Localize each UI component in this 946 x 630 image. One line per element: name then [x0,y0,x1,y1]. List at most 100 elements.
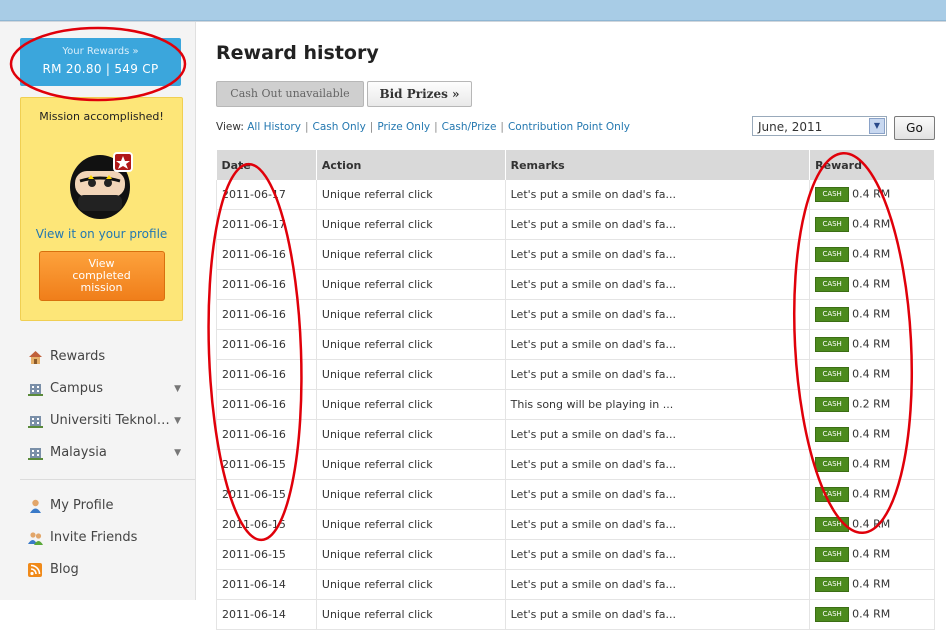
cell-action: Unique referral click [316,449,506,480]
filter-all-history[interactable]: All History [247,121,301,133]
cell-reward: CASH 0.2 RM [809,389,935,420]
table-row: 2011-06-16 Unique referral click Let's put… [216,269,935,300]
table-row: 2011-06-15 Unique referral click Let's put… [216,509,935,540]
table-row: 2011-06-15 Unique referral click Let's put… [216,449,935,480]
column-header-remarks: Remarks [505,150,811,180]
table-body: 2011-06-17 Unique referral click Let's put… [216,180,935,630]
sidebar-divider [20,479,195,480]
cell-date: 2011-06-16 [216,419,317,450]
sidebar-item-blog[interactable]: Blog [20,554,195,586]
table-header-row: Date Action Remarks Reward [216,150,935,180]
go-button[interactable]: Go [894,116,935,140]
your-rewards-label[interactable]: Your Rewards » [20,46,181,57]
table-row: 2011-06-16 Unique referral click This song… [216,389,935,420]
cell-date: 2011-06-16 [216,239,317,270]
cell-date: 2011-06-16 [216,299,317,330]
table-row: 2011-06-16 Unique referral click Let's put… [216,359,935,390]
sidebar-item-invite-friends[interactable]: Invite Friends [20,522,195,554]
reward-amount: 0.4 RM [852,367,891,381]
month-select-value: June, 2011 [758,120,823,134]
cell-date: 2011-06-17 [216,209,317,240]
sidebar-item-universiti[interactable]: Universiti Teknol… ▼ [20,405,195,437]
filter-separator: | [369,121,374,133]
cell-date: 2011-06-15 [216,479,317,510]
sidebar-item-label: Invite Friends [50,530,138,545]
filter-contribution-point-only[interactable]: Contribution Point Only [508,121,630,133]
cell-action: Unique referral click [316,329,506,360]
cell-remarks: This song will be playing in ... [505,389,811,420]
view-completed-mission-button[interactable]: View completed mission [38,251,165,301]
month-select[interactable]: June, 2011 ▼ [752,116,887,136]
chevron-down-icon[interactable]: ▼ [174,373,181,405]
sidebar-item-rewards[interactable]: Rewards [20,341,195,373]
reward-amount: 0.4 RM [852,337,891,351]
filter-separator: | [500,121,504,133]
cell-date: 2011-06-15 [216,449,317,480]
view-profile-link[interactable]: View it on your profile [21,227,182,241]
cash-out-button[interactable]: Cash Out unavailable [216,81,364,107]
column-header-reward: Reward [809,150,935,180]
sidebar-item-malaysia[interactable]: Malaysia ▼ [20,437,195,469]
chevron-down-icon[interactable]: ▼ [174,437,181,469]
view-label: View: [216,121,244,133]
building-icon [28,416,43,428]
sidebar-item-campus[interactable]: Campus ▼ [20,373,195,405]
filter-cash-prize[interactable]: Cash/Prize [442,121,497,133]
cell-action: Unique referral click [316,539,506,570]
sidebar-item-label: Malaysia [50,445,107,460]
cell-action: Unique referral click [316,180,506,210]
rss-icon [28,563,42,577]
cash-badge: CASH [815,247,850,262]
cell-reward: CASH 0.4 RM [809,209,935,240]
cash-badge: CASH [815,187,850,202]
reward-amount: 0.4 RM [852,487,891,501]
reward-amount: 0.2 RM [852,397,891,411]
reward-amount: 0.4 RM [852,217,891,231]
ninja-avatar-icon [66,135,138,221]
sidebar-item-label: My Profile [50,498,114,513]
filter-prize-only[interactable]: Prize Only [377,121,430,133]
cell-remarks: Let's put a smile on dad's fa... [505,180,811,210]
cell-remarks: Let's put a smile on dad's fa... [505,209,811,240]
cash-badge: CASH [815,457,850,472]
chevron-down-icon[interactable]: ▼ [869,118,885,134]
your-rewards-box[interactable]: Your Rewards » RM 20.80 | 549 CP [20,38,181,86]
cell-remarks: Let's put a smile on dad's fa... [505,599,811,630]
cell-reward: CASH 0.4 RM [809,599,935,630]
cell-action: Unique referral click [316,599,506,630]
sidebar-nav: Rewards Campus ▼ Universiti Teknol… ▼ Ma… [20,341,195,469]
bid-prizes-button[interactable]: Bid Prizes » [367,81,472,107]
filter-cash-only[interactable]: Cash Only [313,121,366,133]
sidebar-nav-secondary: My Profile Invite Friends Blog [20,490,195,586]
reward-amount: 0.4 RM [852,457,891,471]
reward-amount: 0.4 RM [852,517,891,531]
cell-remarks: Let's put a smile on dad's fa... [505,359,811,390]
cash-badge: CASH [815,217,850,232]
sidebar-item-label: Blog [50,562,79,577]
cell-remarks: Let's put a smile on dad's fa... [505,479,811,510]
building-icon [28,384,43,396]
cell-reward: CASH 0.4 RM [809,509,935,540]
mission-title: Mission accomplished! [39,110,164,123]
cell-reward: CASH 0.4 RM [809,419,935,450]
cell-reward: CASH 0.4 RM [809,479,935,510]
sidebar-item-my-profile[interactable]: My Profile [20,490,195,522]
column-header-action: Action [316,150,506,180]
cell-remarks: Let's put a smile on dad's fa... [505,539,811,570]
table-row: 2011-06-16 Unique referral click Let's put… [216,329,935,360]
chevron-down-icon[interactable]: ▼ [174,405,181,437]
cash-badge: CASH [815,517,850,532]
browser-top-bar [0,0,946,21]
cash-badge: CASH [815,547,850,562]
cell-date: 2011-06-16 [216,269,317,300]
table-row: 2011-06-16 Unique referral click Let's put… [216,299,935,330]
reward-amount: 0.4 RM [852,247,891,261]
cell-date: 2011-06-14 [216,569,317,600]
mission-card: Mission accomplished! View it on your pr… [20,97,183,321]
cell-reward: CASH 0.4 RM [809,569,935,600]
cell-date: 2011-06-16 [216,359,317,390]
cell-reward: CASH 0.4 RM [809,539,935,570]
sidebar: Your Rewards » RM 20.80 | 549 CP Mission… [0,22,196,600]
cell-action: Unique referral click [316,359,506,390]
user-icon [30,499,41,513]
